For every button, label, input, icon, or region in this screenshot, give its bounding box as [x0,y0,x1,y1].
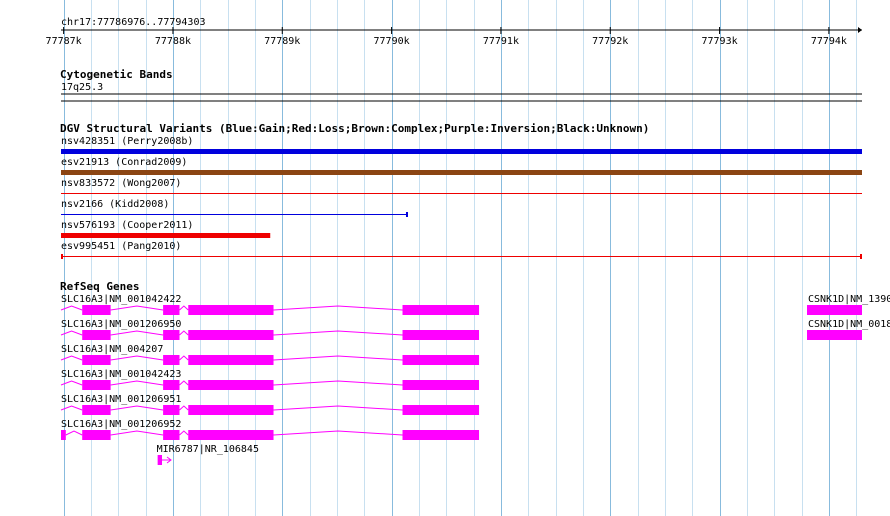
ruler-tick-label: 77792k [592,36,628,47]
ruler-tick-label: 77794k [811,36,847,47]
dgv-feature-bar[interactable] [61,149,862,154]
gene-label: CSNK1D|NM_1390 [808,294,890,305]
gene-model[interactable] [60,355,480,365]
ruler-tick-label: 77791k [483,36,519,47]
gene-exon [807,330,862,340]
gene-exon [188,430,274,440]
gene-model[interactable] [60,380,480,390]
gene-exon [402,405,480,415]
ruler-tick-label: 77787k [46,36,82,47]
gene-intron [273,355,403,361]
gene-model[interactable] [60,305,480,315]
gene-exon [163,355,180,365]
gene-intron [179,330,189,336]
gene-exon [188,355,274,365]
gene-intron [179,305,189,311]
gene-label: SLC16A3|NM_001042423 [61,369,181,380]
dgv-feature-label: nsv428351 (Perry2008b) [61,136,193,147]
gene-exon [402,430,480,440]
dgv-feature-label: nsv2166 (Kidd2008) [61,199,169,210]
gene-intron [273,430,403,436]
ruler-tick-label: 77789k [264,36,300,47]
gene-intron [273,330,403,336]
dgv-feature-endcap [405,212,408,217]
gene-model[interactable] [60,405,480,415]
gene-label: SLC16A3|NM_001206952 [61,419,181,430]
ruler-tick-label: 77793k [701,36,737,47]
gene-model[interactable] [807,330,862,340]
gene-label: SLC16A3|NM_001206951 [61,394,181,405]
gene-label: SLC16A3|NM_001042422 [61,294,181,305]
gene-label: CSNK1D|NM_0018 [808,319,890,330]
dgv-feature-label: nsv576193 (Cooper2011) [61,220,193,231]
gene-exon [163,305,180,315]
ruler-tick-label: 77790k [374,36,410,47]
cytoband-track-title: Cytogenetic Bands [60,68,173,81]
cytoband-track[interactable]: Cytogenetic Bands 17q25.3 [60,68,862,102]
gene-exon [188,305,274,315]
ruler-arrow-icon [858,27,862,33]
gene-intron [179,380,189,386]
gene-intron [179,355,189,361]
gene-exon [157,455,163,465]
gene-intron [273,405,403,411]
gene-exon [82,430,111,440]
gene-model[interactable] [60,330,480,340]
gene-exon [807,305,862,315]
gene-label: MIR6787|NR_106845 [157,444,259,455]
gene-exon [402,305,480,315]
cytoband-label: 17q25.3 [61,82,103,93]
gene-exon [82,355,111,365]
gene-intron [65,430,83,436]
gene-exon [402,355,480,365]
gene-exon [188,330,274,340]
gene-exon [82,380,111,390]
dgv-feature-label: esv995451 (Pang2010) [61,241,181,252]
dgv-feature-label: esv21913 (Conrad2009) [61,157,187,168]
gene-exon [188,380,274,390]
gene-intron [273,380,403,386]
ruler-tick-label: 77788k [155,36,191,47]
gene-exon [402,380,480,390]
dgv-track: DGV Structural Variants (Blue:Gain;Red:L… [60,122,862,259]
gene-exon [163,330,180,340]
gene-exon [82,305,111,315]
dgv-feature-startcap [61,254,63,259]
gene-model[interactable] [157,455,172,465]
gene-exon [82,405,111,415]
gene-intron [179,430,189,436]
dgv-track-title: DGV Structural Variants (Blue:Gain;Red:L… [60,122,649,135]
gene-model[interactable] [807,305,862,315]
gene-exon [82,330,111,340]
gene-exon [163,405,180,415]
gene-model[interactable] [61,430,480,440]
gene-exon [402,330,480,340]
gene-intron [273,305,403,311]
gene-exon [188,405,274,415]
gene-exon [163,380,180,390]
gene-label: SLC16A3|NM_001206950 [61,319,181,330]
gene-exon [61,430,66,440]
refseq-track-title: RefSeq Genes [60,280,139,293]
dgv-feature-bar[interactable] [61,170,862,175]
gene-intron [179,405,189,411]
genome-browser-panel: chr17:77786976..77794303 77787k 77788k 777… [46,0,890,516]
ruler-track: chr17:77786976..77794303 77787k 77788k 777… [46,17,862,47]
dgv-feature-label: nsv833572 (Wong2007) [61,178,181,189]
dgv-feature-bar[interactable] [61,233,271,238]
location-label: chr17:77786976..77794303 [61,17,206,28]
gene-exon [163,430,180,440]
dgv-feature-endcap [860,254,862,259]
gene-label: SLC16A3|NM_004207 [61,344,163,355]
